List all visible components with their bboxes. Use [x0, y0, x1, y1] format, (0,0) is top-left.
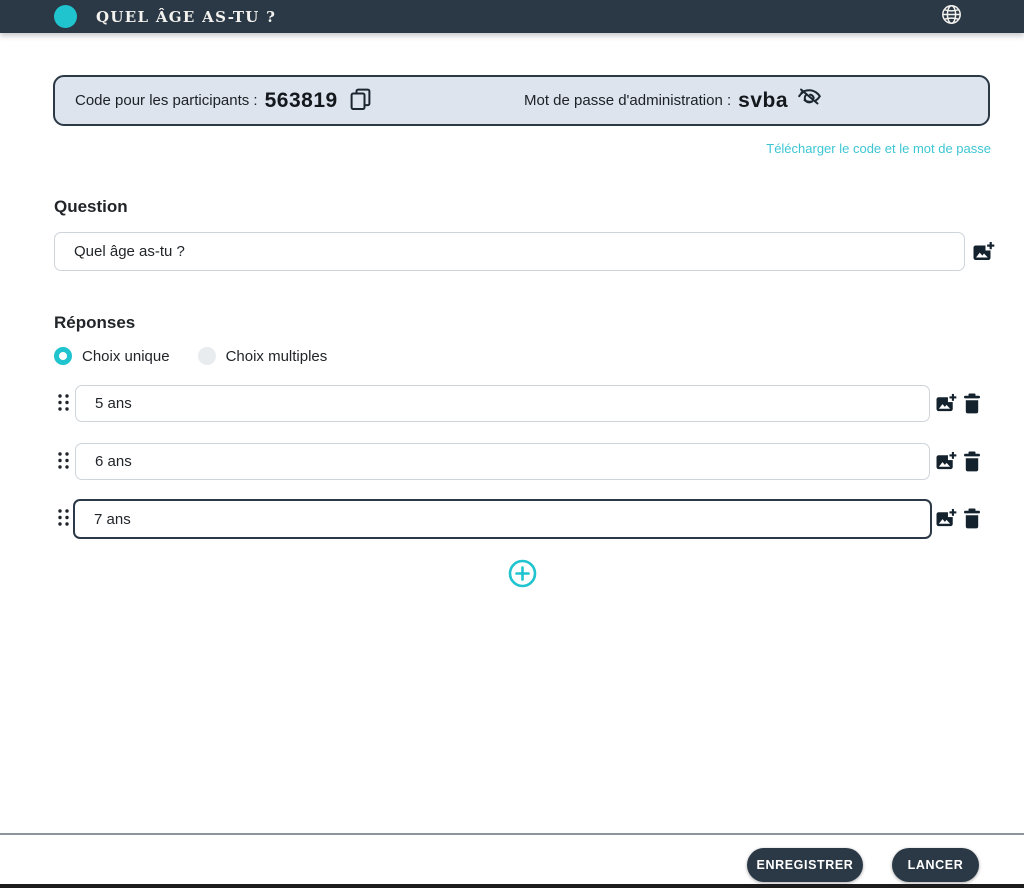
eye-off-icon [798, 88, 821, 113]
delete-answer-button[interactable] [963, 451, 981, 475]
globe-icon [941, 4, 962, 28]
add-answer-button[interactable] [507, 558, 538, 589]
add-image-icon [936, 508, 958, 532]
radio-unselected-icon[interactable] [197, 347, 216, 365]
answer-add-image-button[interactable] [936, 508, 958, 532]
answer-row [0, 442, 1024, 482]
language-button[interactable] [940, 5, 962, 27]
add-image-icon [936, 451, 958, 475]
launch-button[interactable]: LANCER [892, 848, 979, 882]
answer-add-image-button[interactable] [936, 451, 958, 475]
drag-handle-icon [57, 393, 70, 415]
trash-icon [963, 451, 981, 475]
choice-mode-group: Choix unique Choix multiples [54, 345, 327, 367]
admin-password-label: Mot de passe d'administration : [524, 92, 732, 109]
question-input[interactable] [54, 232, 965, 271]
header-bar: QUEL ÂGE AS-TU ? [0, 0, 1024, 33]
drag-handle-icon [57, 508, 70, 530]
access-codes-panel: Code pour les participants : 563819 Mot … [53, 75, 990, 126]
trash-icon [963, 508, 981, 532]
toggle-password-button[interactable] [798, 88, 821, 113]
answer-add-image-button[interactable] [936, 393, 958, 417]
choice-mode-multiple[interactable]: Choix multiples [197, 347, 328, 365]
question-heading: Question [54, 197, 128, 216]
drag-handle-icon [57, 451, 70, 473]
download-code-link[interactable]: Télécharger le code et le mot de passe [766, 141, 991, 156]
admin-password-value: svba [738, 88, 789, 112]
plus-circle-icon [507, 559, 538, 592]
choice-mode-single[interactable]: Choix unique [54, 347, 170, 365]
question-add-image-button[interactable] [973, 241, 996, 266]
delete-answer-button[interactable] [963, 393, 981, 417]
answers-heading: Réponses [54, 313, 136, 332]
participant-code-group: Code pour les participants : 563819 [75, 88, 371, 114]
answer-input-focused[interactable] [73, 499, 932, 539]
delete-answer-button[interactable] [963, 508, 981, 532]
answer-input[interactable] [75, 443, 930, 480]
radio-selected-icon[interactable] [54, 347, 72, 365]
save-button[interactable]: ENREGISTRER [747, 848, 863, 882]
add-image-icon [973, 241, 996, 266]
choice-mode-multiple-label: Choix multiples [225, 347, 328, 365]
drag-handle[interactable] [57, 452, 71, 472]
window-bottom-edge [0, 884, 1024, 888]
footer-bar: ENREGISTRER LANCER [0, 833, 1024, 884]
answer-row [0, 499, 1024, 539]
choice-mode-single-label: Choix unique [82, 347, 170, 365]
participant-code-label: Code pour les participants : [75, 92, 258, 109]
copy-icon [350, 88, 371, 114]
participant-code-value: 563819 [264, 88, 338, 112]
copy-code-button[interactable] [350, 88, 371, 114]
admin-password-group: Mot de passe d'administration : svba [524, 88, 821, 113]
drag-handle[interactable] [57, 509, 71, 529]
event-status-dot [54, 5, 77, 28]
add-image-icon [936, 393, 958, 417]
page-title: QUEL ÂGE AS-TU ? [96, 7, 277, 26]
answer-input[interactable] [75, 385, 930, 422]
drag-handle[interactable] [57, 394, 71, 414]
answer-row [0, 384, 1024, 424]
trash-icon [963, 393, 981, 417]
